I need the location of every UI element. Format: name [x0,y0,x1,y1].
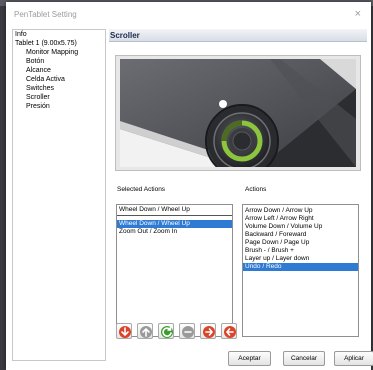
selected-action-item[interactable]: Wheel Down / Wheel Up [117,220,232,228]
selected-actions-list[interactable]: Wheel Down / Wheel Up Wheel Down / Wheel… [116,204,233,337]
action-item[interactable]: Arrow Left / Arrow Right [243,215,358,223]
cancel-button[interactable]: Cancelar [283,351,325,366]
action-item[interactable]: Undo / Redo [243,263,358,271]
add-button[interactable] [200,323,216,339]
tree-item[interactable]: Presión [13,102,105,111]
selected-actions-label: Selected Actions [117,186,166,193]
action-item[interactable]: Backward / Foreward [243,231,358,239]
move-up-icon [140,326,152,338]
tree-item[interactable]: Celda Activa [13,75,105,84]
action-item[interactable]: Brush - / Brush + [243,247,358,255]
actions-label: Actions [245,186,267,193]
reset-button[interactable] [158,323,174,339]
accept-button[interactable]: Aceptar [228,351,271,366]
action-item[interactable]: Page Down / Page Up [243,239,358,247]
tree-item[interactable]: Botón [13,57,105,66]
window-title: PenTablet Setting [14,10,77,19]
tree-item[interactable]: Tablet 1 (9.00x5.75) [13,39,105,48]
section-title: Scroller [109,29,367,42]
selected-action-item[interactable]: Zoom Out / Zoom In [117,228,232,236]
settings-tree: Info Tablet 1 (9.00x5.75) Monitor Mapping B… [12,29,106,361]
actions-list[interactable]: Arrow Down / Arrow Up Arrow Left / Arrow … [242,204,359,337]
add-icon [203,326,215,338]
close-icon[interactable]: × [355,8,361,20]
title-bar: PenTablet Setting × [6,2,371,26]
reset-icon [161,326,173,338]
move-down-icon [119,326,131,338]
remove-icon [182,326,194,338]
tree-item[interactable]: Alcance [13,66,105,75]
selected-actions-current: Wheel Down / Wheel Up [117,205,232,216]
remove-button[interactable] [179,323,195,339]
action-item[interactable]: Arrow Down / Arrow Up [243,207,358,215]
tree-item[interactable]: Switches [13,84,105,93]
back-icon [224,326,236,338]
move-up-button[interactable] [137,323,153,339]
content-panel: Scroller Selected Actions Actions Wheel … [109,29,373,366]
action-item[interactable]: Layer up / Layer down [243,255,358,263]
tree-item[interactable]: Monitor Mapping [13,48,105,57]
device-preview [115,55,361,171]
tablet-scroller-image [120,59,356,167]
tree-item[interactable]: Info [13,30,105,39]
settings-window: PenTablet Setting × Info Tablet 1 (9.00x5… [6,2,373,370]
move-down-button[interactable] [116,323,132,339]
back-button[interactable] [221,323,237,339]
apply-button[interactable]: Aplicar [334,351,373,366]
tree-item[interactable]: Scroller [13,93,105,102]
action-item[interactable]: Volume Down / Volume Up [243,223,358,231]
